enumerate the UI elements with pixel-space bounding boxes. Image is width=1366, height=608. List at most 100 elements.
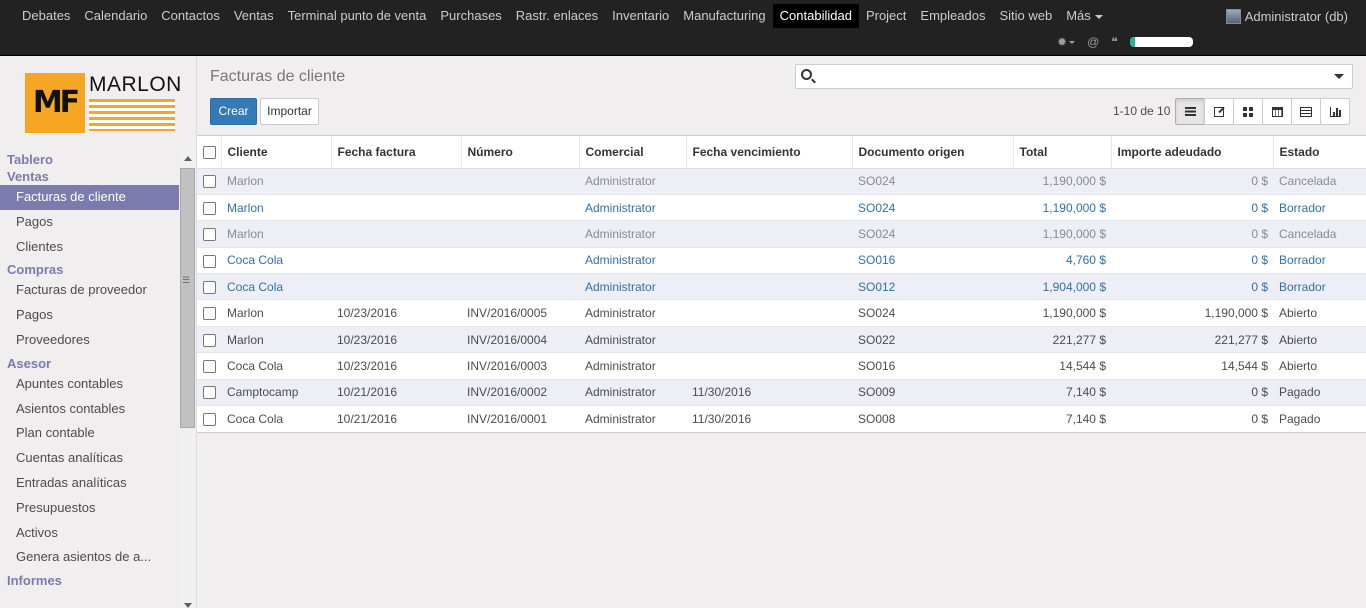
table-row[interactable]: Coca Cola 10/23/2016 INV/2016/0003 Administ… (197, 352, 1366, 380)
app-menu-item-purchases[interactable]: Purchases (433, 4, 508, 28)
scroll-down-icon[interactable] (184, 603, 192, 608)
cell-fecha-factura (331, 220, 461, 248)
sidebar-section-tablero[interactable]: Tablero (0, 151, 179, 168)
scroll-up-icon[interactable] (184, 156, 192, 161)
app-menu-item-debates[interactable]: Debates (15, 4, 77, 28)
sidebar-item-presupuestos[interactable]: Presupuestos (0, 496, 179, 521)
app-menu-item-sitio-web[interactable]: Sitio web (992, 4, 1059, 28)
table-row[interactable]: Marlon Administrator SO024 1,190,000 $0 $ Ca… (197, 167, 1366, 195)
column-header-fecha-factura[interactable]: Fecha factura (330, 136, 461, 169)
sidebar-item-clientes[interactable]: Clientes (0, 235, 179, 260)
company-logo[interactable]: MF MARLON (25, 73, 181, 134)
app-menu-item-ventas[interactable]: Ventas (227, 4, 281, 28)
column-header-numero[interactable]: Número (460, 136, 579, 169)
sidebar-section-ventas[interactable]: Ventas (0, 168, 179, 185)
list-view-button[interactable] (1175, 98, 1205, 125)
cell-importe-adeudado: 0 $ (1111, 167, 1273, 195)
sidebar-item-pagos[interactable]: Pagos (0, 210, 179, 235)
sidebar-item-facturas-de-proveedor[interactable]: Facturas de proveedor (0, 278, 179, 303)
cell-numero (461, 167, 579, 195)
row-checkbox[interactable] (203, 280, 216, 294)
table-row[interactable]: Coca Cola 10/21/2016 INV/2016/0001 Administ… (197, 405, 1366, 432)
cell-documento-origen: SO024 (852, 193, 1013, 221)
row-checkbox[interactable] (203, 333, 216, 347)
kanban-view-button[interactable] (1233, 98, 1263, 125)
pivot-view-button[interactable] (1291, 98, 1321, 125)
graph-view-button[interactable] (1320, 98, 1350, 125)
app-menu-item-terminal-punto-de-venta[interactable]: Terminal punto de venta (281, 4, 434, 28)
sidebar-item-cuentas-analiticas[interactable]: Cuentas analíticas (0, 446, 179, 471)
table-row[interactable]: Marlon 10/23/2016 INV/2016/0005 Administrat… (197, 299, 1366, 327)
app-menu-item-project[interactable]: Project (859, 4, 913, 28)
row-checkbox[interactable] (203, 254, 216, 268)
row-checkbox[interactable] (203, 360, 216, 374)
sidebar-scrollbar[interactable]: ☰ (179, 150, 196, 608)
row-checkbox[interactable] (203, 201, 216, 215)
user-menu[interactable]: Administrator (db) (1225, 5, 1348, 27)
at-icon[interactable]: @ (1087, 35, 1099, 49)
sidebar-item-asientos-contables[interactable]: Asientos contables (0, 397, 179, 422)
cell-importe-adeudado: 0 $ (1111, 273, 1273, 300)
sidebar-item-proveedores[interactable]: Proveedores (0, 328, 179, 353)
sidebar-section-informes[interactable]: Informes (0, 572, 179, 589)
app-menu-item-rastr-enlaces[interactable]: Rastr. enlaces (509, 4, 605, 28)
scroll-thumb[interactable] (180, 168, 195, 428)
cell-fecha-vencimiento: 11/30/2016 (686, 405, 852, 432)
table-row[interactable]: Coca Cola Administrator SO016 4,760 $0 $ Bor… (197, 246, 1366, 274)
app-menu-item-contabilidad[interactable]: Contabilidad (772, 4, 859, 28)
column-header-total[interactable]: Total (1012, 136, 1111, 169)
cell-documento-origen: SO024 (852, 220, 1013, 248)
sidebar-item-activos[interactable]: Activos (0, 521, 179, 546)
sidebar-item-pagos[interactable]: Pagos (0, 303, 179, 328)
app-menu-more[interactable]: Más (1059, 4, 1110, 28)
table-row[interactable]: Coca Cola Administrator SO012 1,904,000 $0 … (197, 273, 1366, 300)
column-header-fecha-vencimiento[interactable]: Fecha vencimiento (685, 136, 852, 169)
cell-estado: Cancelada (1273, 167, 1366, 195)
cell-fecha-vencimiento (686, 299, 852, 327)
cell-fecha-vencimiento (686, 246, 852, 274)
app-menu-item-contactos[interactable]: Contactos (154, 4, 227, 28)
row-checkbox[interactable] (203, 175, 216, 189)
cell-fecha-factura (331, 246, 461, 274)
form-view-button[interactable] (1204, 98, 1234, 125)
sidebar-section-asesor[interactable]: Asesor (0, 355, 179, 372)
row-checkbox-cell (197, 378, 221, 406)
sidebar-item-facturas-de-cliente[interactable]: Facturas de cliente (0, 185, 179, 210)
cell-comercial: Administrator (579, 220, 686, 248)
table-row[interactable]: Marlon 10/23/2016 INV/2016/0004 Administrat… (197, 325, 1366, 353)
sidebar-section-compras[interactable]: Compras (0, 261, 179, 278)
table-row[interactable]: Marlon Administrator SO024 1,190,000 $0 $ Ca… (197, 220, 1366, 248)
create-button[interactable]: Crear (210, 98, 257, 125)
bug-icon[interactable]: ✹ (1057, 35, 1076, 49)
cell-comercial: Administrator (579, 378, 686, 406)
sidebar-item-apuntes-contables[interactable]: Apuntes contables (0, 372, 179, 397)
column-header-comercial[interactable]: Comercial (578, 136, 686, 169)
column-header-importe-adeudado[interactable]: Importe adeudado (1110, 136, 1273, 169)
row-checkbox[interactable] (203, 386, 216, 400)
table-row[interactable]: Marlon Administrator SO024 1,190,000 $0 $ Bo… (197, 193, 1366, 221)
app-menu-item-calendario[interactable]: Calendario (77, 4, 154, 28)
comments-icon[interactable]: ❝ (1111, 35, 1117, 49)
column-header-cliente[interactable]: Cliente (220, 136, 331, 169)
row-checkbox[interactable] (203, 413, 216, 427)
table-row[interactable]: Camptocamp 10/21/2016 INV/2016/0002 Adminis… (197, 378, 1366, 406)
app-menu-item-empleados[interactable]: Empleados (913, 4, 992, 28)
row-checkbox-cell (197, 325, 221, 353)
row-checkbox[interactable] (203, 307, 216, 321)
app-menu-item-manufacturing[interactable]: Manufacturing (676, 4, 772, 28)
app-menu-item-inventario[interactable]: Inventario (605, 4, 676, 28)
column-header-estado[interactable]: Estado (1272, 136, 1366, 169)
search-options-toggle-icon[interactable] (1334, 74, 1344, 79)
sidebar-item-entradas-analiticas[interactable]: Entradas analíticas (0, 471, 179, 496)
cell-documento-origen: SO016 (852, 246, 1013, 274)
import-button[interactable]: Importar (260, 98, 319, 125)
sidebar-item-plan-contable[interactable]: Plan contable (0, 421, 179, 446)
search-box[interactable] (795, 64, 1353, 89)
row-checkbox[interactable] (203, 228, 216, 242)
select-all-checkbox[interactable] (203, 145, 216, 159)
column-header-documento-origen[interactable]: Documento origen (851, 136, 1013, 169)
calendar-view-button[interactable] (1262, 98, 1292, 125)
sidebar-item-genera-asientos-de-a[interactable]: Genera asientos de a... (0, 545, 179, 570)
pager-value[interactable]: 1-10 de 10 (1113, 104, 1170, 118)
search-input[interactable] (820, 67, 1320, 86)
